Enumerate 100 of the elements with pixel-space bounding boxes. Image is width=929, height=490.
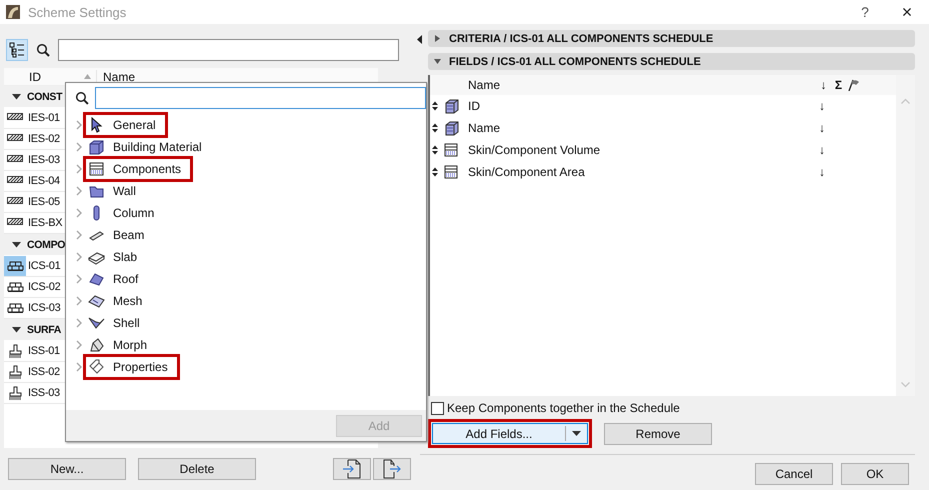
cancel-button[interactable]: Cancel: [755, 463, 833, 485]
scheme-icon: [6, 280, 24, 294]
field-name: Name: [468, 121, 502, 135]
remove-button[interactable]: Remove: [604, 422, 712, 444]
flag-icon: [848, 79, 860, 91]
chevron-icon[interactable]: [76, 274, 82, 284]
element-icon: [88, 315, 105, 331]
reorder-icon[interactable]: [432, 167, 438, 177]
chevron-icon[interactable]: [76, 296, 82, 306]
reorder-icon[interactable]: [432, 123, 438, 133]
scheme-id[interactable]: IES-03: [26, 151, 60, 169]
column-header: Name: [468, 78, 502, 92]
reorder-icon[interactable]: [432, 145, 438, 155]
menu-item[interactable]: Building Material: [86, 137, 211, 157]
scheme-id[interactable]: IES-02: [26, 130, 60, 148]
column-header[interactable]: ID: [4, 70, 84, 84]
element-icon: [88, 337, 105, 353]
column-header: ↓: [820, 78, 828, 92]
close-button[interactable]: ×: [885, 0, 929, 24]
checkbox-label[interactable]: Keep Components together in the Schedule: [447, 401, 680, 415]
scheme-id[interactable]: ICS-03: [26, 299, 60, 317]
sort-marker[interactable]: ↓: [819, 165, 825, 179]
scheme-id[interactable]: IES-BX: [26, 214, 62, 232]
chevron-icon[interactable]: [76, 230, 82, 240]
scheme-id[interactable]: ISS-01: [26, 342, 60, 360]
menu-item[interactable]: Beam: [86, 225, 154, 245]
scheme-id[interactable]: ISS-02: [26, 363, 60, 381]
expand-icon[interactable]: [12, 326, 21, 332]
search-icon: [36, 43, 50, 57]
menu-item[interactable]: Properties: [86, 357, 177, 377]
delete-button[interactable]: Delete: [138, 458, 256, 480]
chevron-icon[interactable]: [76, 120, 82, 130]
sort-marker[interactable]: ↓: [819, 99, 825, 113]
menu-item[interactable]: Shell: [86, 313, 149, 333]
expand-icon[interactable]: [12, 242, 21, 248]
menu-item[interactable]: Slab: [86, 247, 146, 267]
new-button[interactable]: New...: [8, 458, 126, 480]
scheme-icon: [6, 386, 24, 400]
menu-item[interactable]: Wall: [86, 181, 145, 201]
chevron-icon[interactable]: [76, 164, 82, 174]
field-icon: [443, 98, 460, 114]
field-icon: [443, 120, 460, 136]
scheme-icon: [6, 300, 24, 316]
element-icon: [88, 161, 105, 177]
chevron-icon[interactable]: [76, 186, 82, 196]
search-field[interactable]: [58, 39, 399, 61]
expand-icon[interactable]: [434, 35, 441, 42]
sort-marker[interactable]: ↓: [819, 121, 825, 135]
help-button[interactable]: ?: [845, 0, 885, 24]
sort-marker[interactable]: ↓: [819, 143, 825, 157]
scheme-id[interactable]: ISS-03: [26, 384, 60, 402]
group-header[interactable]: COMPO: [27, 238, 66, 250]
chevron-icon[interactable]: [76, 318, 82, 328]
chevron-icon[interactable]: [76, 208, 82, 218]
scheme-icon: [6, 344, 24, 358]
element-icon: [88, 359, 105, 375]
search-field[interactable]: [94, 87, 426, 109]
tree-view-button[interactable]: [6, 39, 28, 61]
menu-item[interactable]: Roof: [86, 269, 148, 289]
chevron-icon[interactable]: [76, 362, 82, 372]
checkbox[interactable]: [431, 402, 444, 414]
group-header[interactable]: CONST: [27, 90, 62, 102]
column-header: Σ: [834, 78, 844, 92]
menu-item[interactable]: General: [86, 115, 165, 135]
search-icon: [75, 91, 89, 105]
scheme-id[interactable]: IES-01: [26, 109, 60, 127]
reorder-icon[interactable]: [432, 101, 438, 111]
scheme-id[interactable]: ICS-01: [26, 257, 60, 275]
caret-icon[interactable]: [572, 431, 581, 436]
section-header[interactable]: FIELDS / ICS-01 ALL COMPONENTS SCHEDULE: [428, 53, 915, 70]
export-button[interactable]: [373, 458, 411, 480]
field-name: Skin/Component Area: [468, 165, 586, 179]
collapse-icon[interactable]: [417, 35, 422, 44]
expand-icon[interactable]: [434, 58, 441, 65]
scheme-id[interactable]: ICS-02: [26, 278, 60, 296]
expand-icon[interactable]: [12, 94, 21, 100]
menu-item[interactable]: Mesh: [86, 291, 152, 311]
field-icon: [443, 164, 460, 180]
window-title: Scheme Settings: [28, 4, 126, 20]
menu-item[interactable]: Column: [86, 203, 164, 223]
section-header[interactable]: CRITERIA / ICS-01 ALL COMPONENTS SCHEDULE: [428, 30, 915, 47]
scheme-id[interactable]: IES-04: [26, 172, 60, 190]
scheme-id[interactable]: IES-05: [26, 193, 60, 211]
menu-item[interactable]: Morph: [86, 335, 156, 355]
chevron-icon[interactable]: [76, 340, 82, 350]
field-name: ID: [468, 99, 481, 113]
ok-button[interactable]: OK: [841, 463, 909, 485]
group-header[interactable]: SURFA: [27, 324, 62, 336]
element-icon: [88, 293, 105, 309]
app-icon: [6, 5, 20, 19]
field-name: Skin/Component Volume: [468, 143, 602, 157]
sort-icon: [84, 74, 91, 79]
scheme-icon: [6, 364, 24, 380]
import-button[interactable]: [333, 458, 371, 480]
element-icon: [88, 139, 105, 155]
export-icon: [382, 459, 402, 479]
chevron-icon[interactable]: [76, 142, 82, 152]
add-fields-button[interactable]: Add Fields...: [432, 423, 588, 444]
menu-item[interactable]: Components: [86, 159, 190, 179]
chevron-icon[interactable]: [76, 252, 82, 262]
